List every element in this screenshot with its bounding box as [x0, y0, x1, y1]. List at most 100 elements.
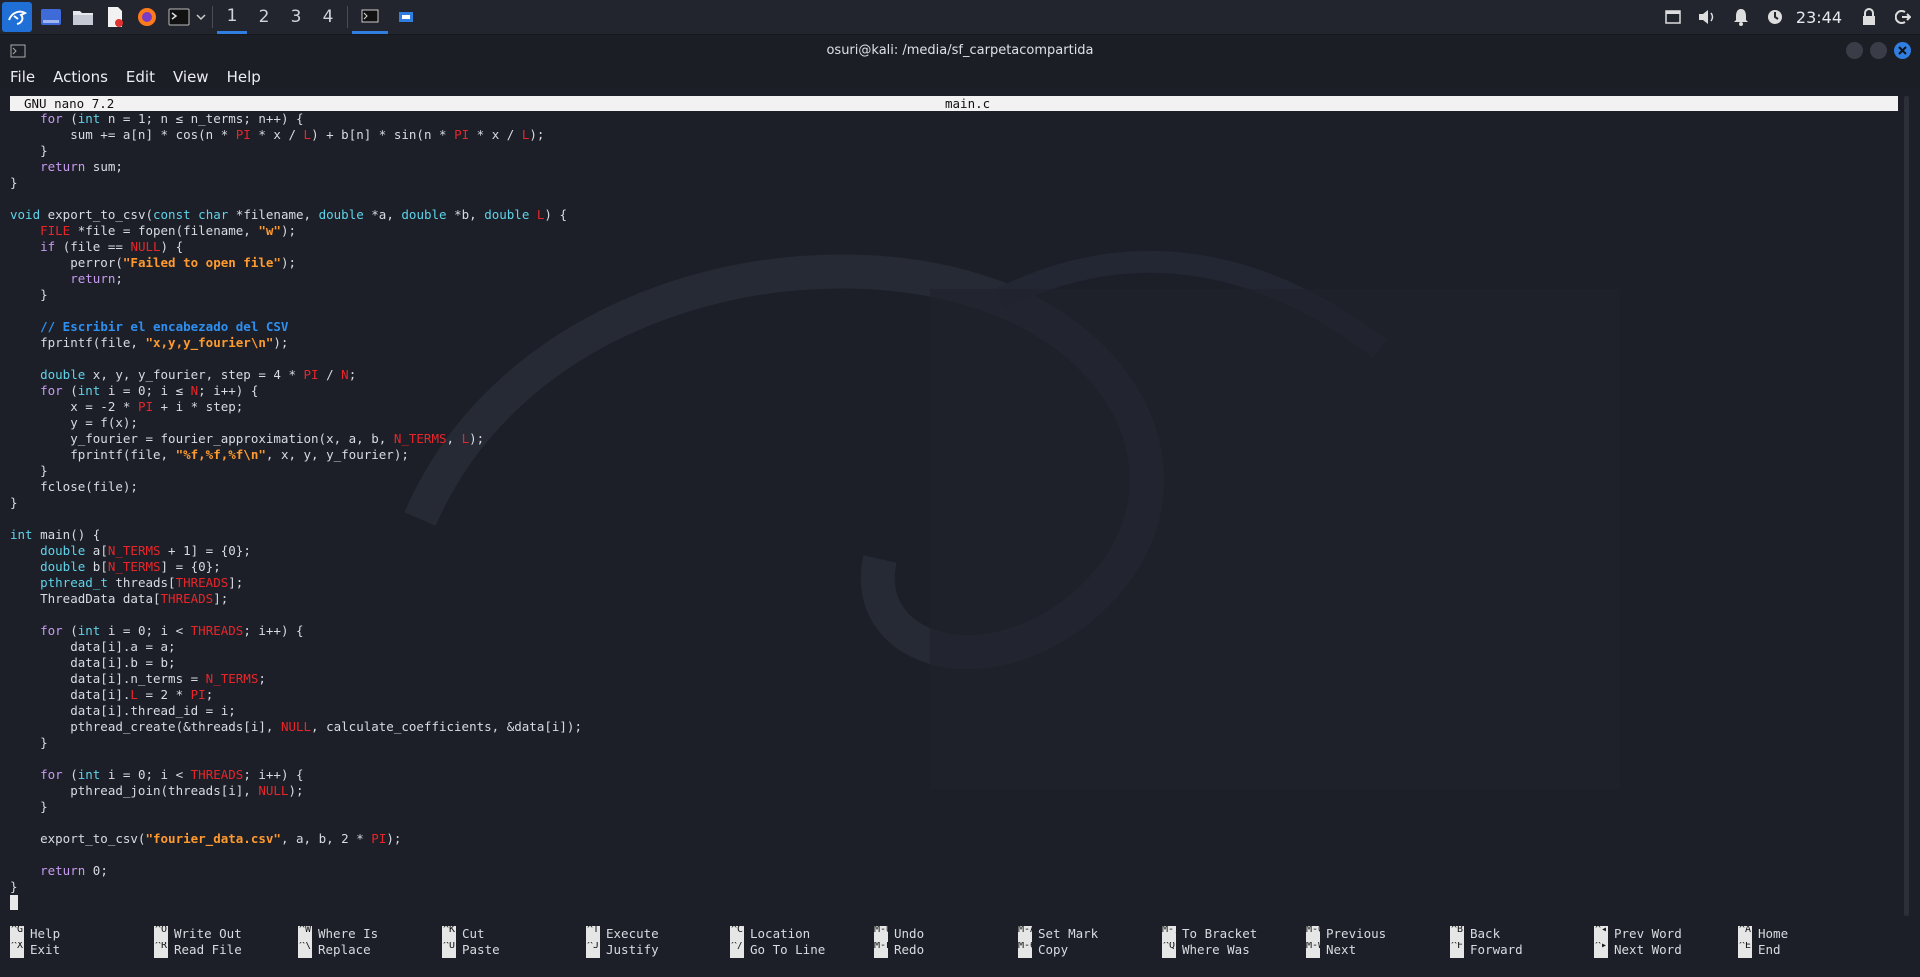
window-titlebar[interactable]: osuri@kali: /media/sf_carpetacompartida: [0, 35, 1920, 65]
lock-icon[interactable]: [1858, 6, 1880, 28]
code-token: ; i++) {: [198, 383, 259, 398]
logout-icon[interactable]: [1892, 6, 1914, 28]
code-token: NULL: [280, 719, 312, 734]
shortcut-set-mark[interactable]: M-A Set Mark: [1018, 926, 1162, 942]
task-terminal[interactable]: [352, 0, 388, 34]
power-icon[interactable]: [1764, 6, 1786, 28]
shortcut-key: ^▸: [1594, 942, 1608, 958]
code-line: data[i].n_terms = N_TERMS;: [10, 671, 582, 687]
code-token: for: [40, 623, 63, 638]
code-token: }: [10, 799, 48, 814]
shortcut-cut[interactable]: ^K Cut: [442, 926, 586, 942]
shortcut-home[interactable]: ^A Home: [1738, 926, 1882, 942]
shortcut-back[interactable]: ^B Back: [1450, 926, 1594, 942]
workspace-1[interactable]: 1: [217, 0, 247, 34]
text-editor-icon[interactable]: [102, 4, 128, 30]
shortcut-go-to-line[interactable]: ^/ Go To Line: [730, 942, 874, 958]
shortcut-where-is[interactable]: ^W Where Is: [298, 926, 442, 942]
code-token: (: [62, 111, 78, 126]
shortcut-to-bracket[interactable]: M-] To Bracket: [1162, 926, 1306, 942]
shortcut-label: Set Mark: [1038, 926, 1099, 941]
shortcut-exit[interactable]: ^X Exit: [10, 942, 154, 958]
code-editor[interactable]: for (int n = 1; n ≤ n_terms; n++) { sum …: [10, 111, 582, 895]
chevron-down-icon[interactable]: [194, 4, 208, 30]
code-token: );: [288, 783, 304, 798]
code-token: (: [62, 383, 78, 398]
workspace-4[interactable]: 4: [313, 0, 343, 34]
menu-actions[interactable]: Actions: [45, 68, 116, 86]
file-manager-icon[interactable]: [70, 4, 96, 30]
shortcut-where-was[interactable]: ^Q Where Was: [1162, 942, 1306, 958]
shortcut-read-file[interactable]: ^R Read File: [154, 942, 298, 958]
shortcut-column: ^T Execute ^J Justify: [586, 926, 730, 958]
shortcut-label: Location: [750, 926, 811, 941]
code-token: fclose(file);: [10, 479, 138, 494]
shortcut-label: Copy: [1038, 942, 1069, 957]
shortcut-help[interactable]: ^G Help: [10, 926, 154, 942]
desktop-icon[interactable]: [38, 4, 64, 30]
shortcut-undo[interactable]: M-U Undo: [874, 926, 1018, 942]
maximize-button[interactable]: [1870, 42, 1887, 59]
shortcut-key: ^F: [1450, 942, 1464, 958]
code-line: FILE *file = fopen(filename, "w");: [10, 223, 582, 239]
code-token: ;: [115, 271, 123, 286]
code-token: double: [40, 543, 86, 558]
code-token: threads[: [107, 575, 176, 590]
code-token: ,: [446, 431, 462, 446]
panel-separator: [347, 6, 348, 28]
scrollbar[interactable]: [1904, 96, 1909, 916]
task-file-manager[interactable]: [388, 0, 424, 34]
clock[interactable]: 23:44: [1796, 8, 1842, 27]
workspace-2[interactable]: 2: [249, 0, 279, 34]
shortcut-prev-word[interactable]: ^◂ Prev Word: [1594, 926, 1738, 942]
code-token: "fourier_data.csv": [145, 831, 281, 846]
code-token: );: [273, 335, 289, 350]
shortcut-end[interactable]: ^E End: [1738, 942, 1882, 958]
code-line: double b[N_TERMS] = {0};: [10, 559, 582, 575]
menu-view[interactable]: View: [165, 68, 217, 86]
shortcut-column: ^C Location ^/ Go To Line: [730, 926, 874, 958]
minimize-button[interactable]: [1846, 42, 1863, 59]
code-line: data[i].a = a;: [10, 639, 582, 655]
shortcut-column: ^G Help ^X Exit: [10, 926, 154, 958]
code-token: int: [77, 111, 101, 126]
shortcut-next-word[interactable]: ^▸ Next Word: [1594, 942, 1738, 958]
menu-help[interactable]: Help: [219, 68, 269, 86]
menu-file[interactable]: File: [2, 68, 43, 86]
shortcut-replace[interactable]: ^\ Replace: [298, 942, 442, 958]
code-token: pthread_join(threads[i],: [10, 783, 259, 798]
shortcut-justify[interactable]: ^J Justify: [586, 942, 730, 958]
workspace-3[interactable]: 3: [281, 0, 311, 34]
screen-icon[interactable]: [1662, 6, 1684, 28]
shortcut-forward[interactable]: ^F Forward: [1450, 942, 1594, 958]
shortcut-next[interactable]: M-W Next: [1306, 942, 1450, 958]
shortcut-previous[interactable]: M-Q Previous: [1306, 926, 1450, 942]
notification-bell-icon[interactable]: [1730, 6, 1752, 28]
code-token: pthread_t: [40, 575, 108, 590]
code-token: ];: [228, 575, 244, 590]
terminal-icon[interactable]: [166, 4, 192, 30]
code-line: export_to_csv("fourier_data.csv", a, b, …: [10, 831, 582, 847]
nano-shortcut-bar: ^G Help ^X Exit ^O Write Out ^R Read File ^W Wher…: [10, 926, 1910, 962]
shortcut-location[interactable]: ^C Location: [730, 926, 874, 942]
code-token: ;: [205, 687, 214, 702]
shortcut-write-out[interactable]: ^O Write Out: [154, 926, 298, 942]
code-line: }: [10, 175, 582, 191]
kali-menu-icon[interactable]: [2, 2, 32, 32]
shortcut-redo[interactable]: M-E Redo: [874, 942, 1018, 958]
menu-edit[interactable]: Edit: [118, 68, 163, 86]
shortcut-copy[interactable]: M-6 Copy: [1018, 942, 1162, 958]
shortcut-execute[interactable]: ^T Execute: [586, 926, 730, 942]
code-token: const: [153, 207, 191, 222]
firefox-icon[interactable]: [134, 4, 160, 30]
shortcut-paste[interactable]: ^U Paste: [442, 942, 586, 958]
shortcut-label: Redo: [894, 942, 925, 957]
close-button[interactable]: [1894, 42, 1911, 59]
code-token: double: [40, 559, 86, 574]
volume-icon[interactable]: [1696, 6, 1718, 28]
